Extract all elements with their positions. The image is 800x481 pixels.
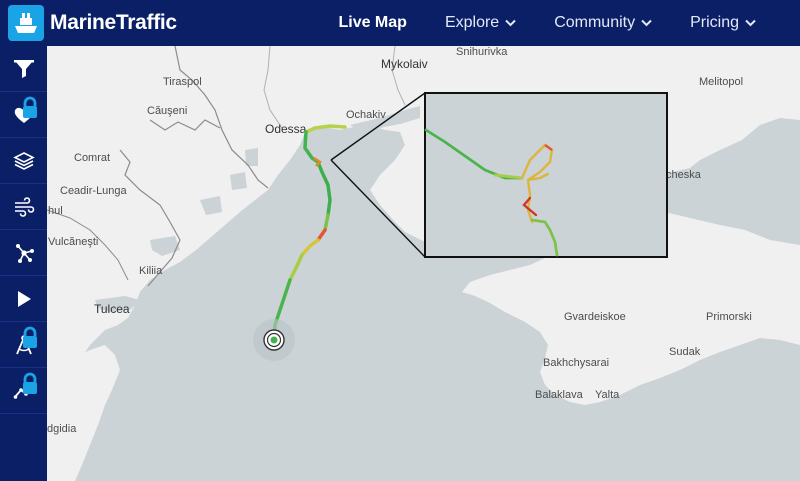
- network-icon: [15, 243, 34, 263]
- layers-icon: [12, 151, 35, 170]
- playback-button[interactable]: [0, 276, 47, 322]
- nav-live-map[interactable]: Live Map: [338, 14, 406, 32]
- map-label-tulcea: Tulcea: [94, 302, 130, 316]
- map-tools-sidebar: [0, 46, 47, 481]
- map-label-primorski: Primorski: [706, 311, 752, 323]
- filter-button[interactable]: [0, 46, 47, 92]
- map-label-melitopol: Melitopol: [699, 76, 743, 88]
- nav-community[interactable]: Community: [554, 14, 652, 32]
- zoom-inset: [424, 92, 668, 258]
- density-button[interactable]: [0, 230, 47, 276]
- map-label-dgidia: dgidia: [47, 423, 77, 435]
- favorites-button[interactable]: [0, 92, 47, 138]
- map-label-odessa: Odessa: [265, 122, 307, 136]
- weather-button[interactable]: [0, 184, 47, 230]
- live-map[interactable]: Mykolaiv Snihurivka Melitopol Tiraspol C…: [47, 46, 800, 481]
- filter-icon: [13, 59, 34, 78]
- main-nav: Live Map Explore Community Pricing: [338, 0, 800, 46]
- map-label-vulcanesti: Vulcăneşti: [48, 236, 98, 248]
- nav-pricing-label: Pricing: [690, 14, 739, 31]
- map-label-mykolaiv: Mykolaiv: [381, 57, 428, 71]
- map-label-ceadir-lunga: Ceadir-Lunga: [60, 185, 128, 197]
- nav-live-map-label: Live Map: [338, 14, 407, 31]
- brand-logo[interactable]: MarineTraffic: [0, 0, 177, 46]
- measure-button[interactable]: [0, 322, 47, 368]
- nav-explore-label: Explore: [444, 14, 500, 31]
- map-label-tiraspol: Tiraspol: [163, 76, 202, 88]
- map-label-snihurivka: Snihurivka: [456, 46, 508, 58]
- chevron-down-icon: [641, 19, 652, 27]
- map-label-balaklava: Balaklava: [535, 389, 584, 401]
- map-label-sudak: Sudak: [669, 346, 701, 358]
- nav-pricing[interactable]: Pricing: [690, 14, 756, 32]
- map-label-comrat: Comrat: [74, 152, 110, 164]
- chevron-down-icon: [505, 19, 516, 27]
- chevron-down-icon: [745, 19, 756, 27]
- wind-icon: [14, 196, 34, 217]
- brand-name: MarineTraffic: [50, 11, 177, 34]
- map-label-gvardeiskoe: Gvardeiskoe: [564, 311, 626, 323]
- lock-icon: [23, 96, 37, 118]
- nav-community-label: Community: [554, 14, 636, 31]
- map-canvas[interactable]: Mykolaiv Snihurivka Melitopol Tiraspol C…: [47, 46, 800, 481]
- play-icon: [17, 290, 31, 307]
- map-label-hul: hul: [48, 205, 63, 217]
- lagoon: [230, 172, 247, 190]
- map-label-bakhchysarai: Bakhchysarai: [543, 357, 609, 369]
- analytics-button[interactable]: [0, 368, 47, 414]
- nav-explore[interactable]: Explore: [445, 14, 516, 32]
- top-navigation-bar: MarineTraffic Live Map Explore Community…: [0, 0, 800, 46]
- map-label-ochakiv: Ochakiv: [346, 109, 386, 121]
- lock-icon: [23, 326, 37, 348]
- lock-icon: [23, 372, 37, 394]
- map-label-yalta: Yalta: [595, 389, 620, 401]
- vessel-marker[interactable]: [253, 319, 295, 361]
- layers-button[interactable]: [0, 138, 47, 184]
- map-label-causeni: Căuşeni: [147, 105, 187, 117]
- ship-logo-icon: [8, 5, 44, 41]
- map-label-kiliia: Kiliia: [139, 265, 163, 277]
- map-label-cheska: cheska: [666, 169, 702, 181]
